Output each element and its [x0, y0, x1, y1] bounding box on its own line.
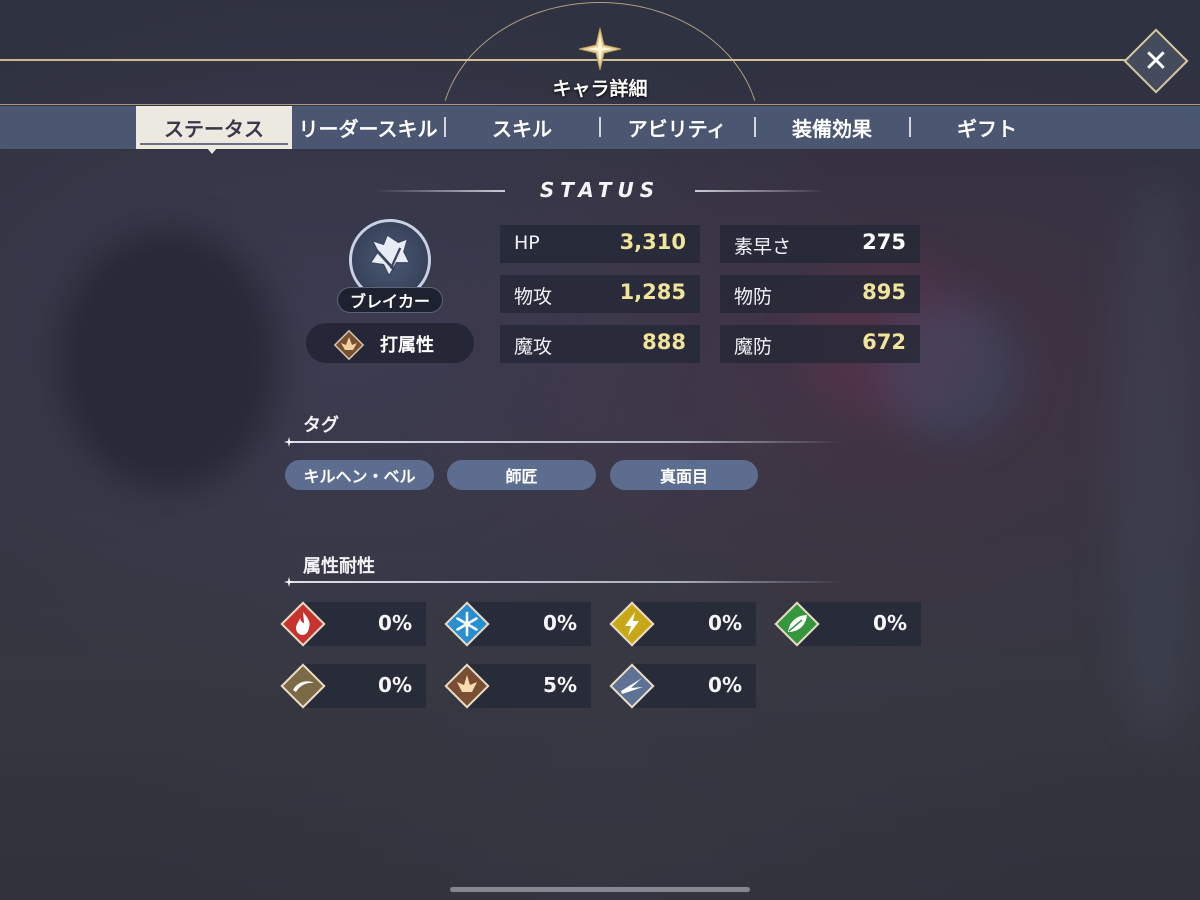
stat-name: HP	[514, 232, 540, 254]
divider-sparkle-icon	[284, 437, 294, 447]
status-heading-line	[695, 190, 825, 192]
class-name-label: ブレイカー	[337, 287, 443, 313]
stat-name: 物攻	[514, 286, 553, 308]
stat-name: 素早さ	[734, 236, 792, 258]
stat-physical-attack: 物攻 1,285	[500, 275, 700, 313]
home-indicator[interactable]	[450, 887, 750, 892]
snowflake-icon	[444, 601, 490, 647]
fire-icon	[280, 601, 326, 647]
section-divider	[288, 441, 843, 443]
resistance-section-title: 属性耐性	[303, 556, 375, 577]
pierce-icon	[609, 663, 655, 709]
stat-value: 275	[862, 230, 906, 254]
close-icon[interactable]: ✕	[1133, 38, 1179, 84]
resistance-value: 0%	[708, 611, 742, 635]
stat-value: 888	[642, 330, 686, 354]
tab-leader-skill[interactable]: リーダースキル	[292, 106, 444, 149]
tab-active-underline	[140, 143, 288, 145]
stat-value: 1,285	[619, 280, 686, 304]
tab-active-pointer	[207, 148, 217, 154]
status-heading: STATUS	[539, 178, 661, 202]
header-divider	[0, 104, 1200, 105]
stat-hp: HP 3,310	[500, 225, 700, 263]
stat-name: 魔防	[734, 336, 773, 358]
stat-value: 672	[862, 330, 906, 354]
tag-chip: 師匠	[447, 460, 596, 490]
stat-magic-attack: 魔攻 888	[500, 325, 700, 363]
compass-star-icon	[578, 27, 622, 71]
section-divider	[288, 581, 843, 583]
slash-icon	[280, 663, 326, 709]
resistance-value: 0%	[378, 673, 412, 697]
resistance-value: 0%	[543, 611, 577, 635]
page-title: キャラ詳細	[552, 78, 648, 100]
strike-attribute-icon	[333, 329, 365, 361]
divider-sparkle-icon	[284, 577, 294, 587]
resistance-value: 0%	[708, 673, 742, 697]
tag-chip: キルヘン・ベル	[285, 460, 434, 490]
attribute-label: 打属性	[380, 335, 434, 356]
tags-section-title: タグ	[303, 415, 339, 436]
strike-icon	[444, 663, 490, 709]
tab-equipment-effect[interactable]: 装備効果	[756, 106, 908, 149]
stat-speed: 素早さ 275	[720, 225, 920, 263]
status-heading-line	[375, 190, 505, 192]
tab-gift[interactable]: ギフト	[911, 106, 1063, 149]
stat-value: 895	[862, 280, 906, 304]
stat-name: 魔攻	[514, 336, 553, 358]
resistance-value: 0%	[378, 611, 412, 635]
resistance-value: 5%	[543, 673, 577, 697]
stat-value: 3,310	[619, 230, 686, 254]
lightning-icon	[609, 601, 655, 647]
tab-ability[interactable]: アビリティ	[601, 106, 753, 149]
stat-magic-defense: 魔防 672	[720, 325, 920, 363]
resistance-value: 0%	[873, 611, 907, 635]
stat-physical-defense: 物防 895	[720, 275, 920, 313]
leaf-icon	[774, 601, 820, 647]
tab-skill[interactable]: スキル	[446, 106, 598, 149]
stat-name: 物防	[734, 286, 773, 308]
tag-chip: 真面目	[610, 460, 758, 490]
